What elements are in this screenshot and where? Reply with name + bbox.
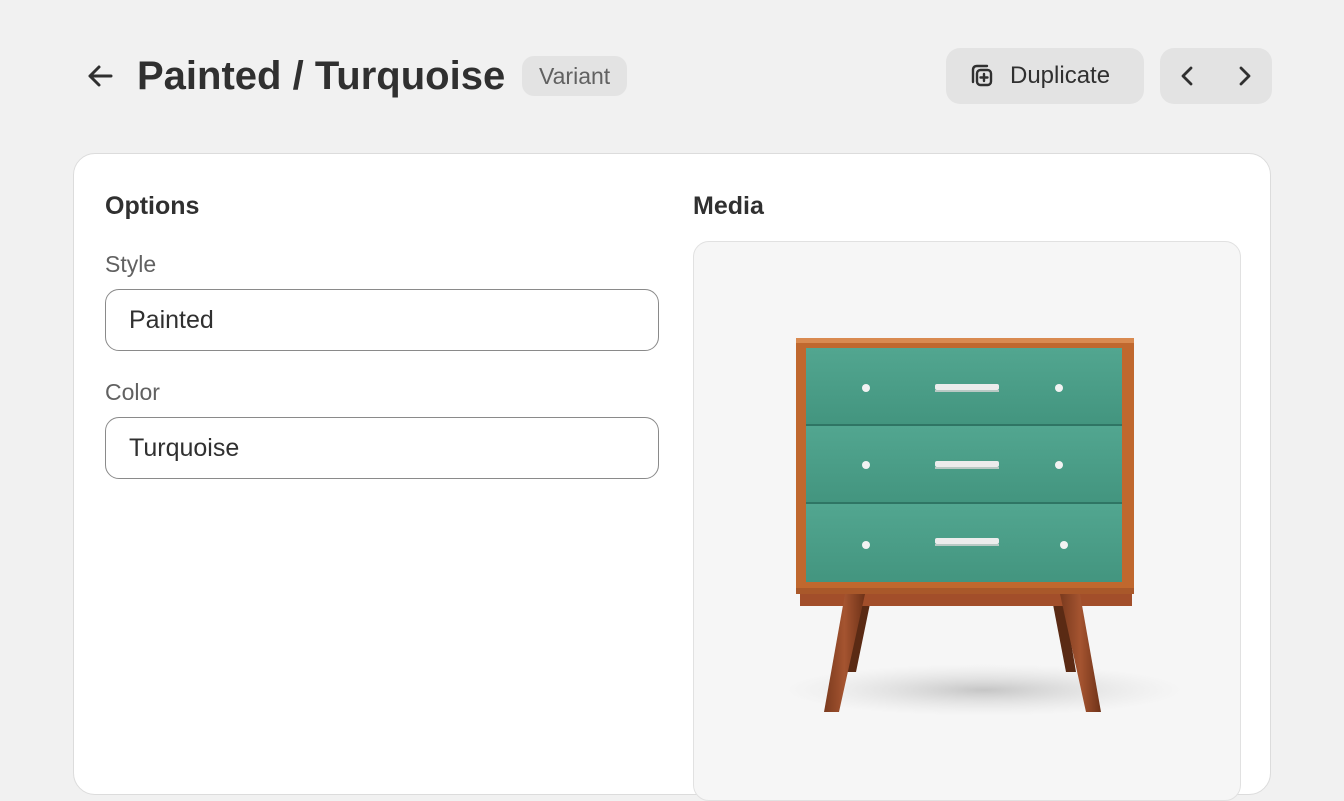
next-button[interactable] bbox=[1216, 48, 1272, 104]
chevron-left-icon bbox=[1181, 66, 1193, 86]
variant-navigation bbox=[1160, 48, 1272, 104]
options-heading: Options bbox=[105, 192, 200, 220]
duplicate-icon bbox=[968, 63, 994, 89]
page-title: Painted / Turquoise bbox=[137, 54, 506, 98]
back-button[interactable] bbox=[80, 54, 120, 98]
previous-button[interactable] bbox=[1160, 48, 1216, 104]
duplicate-label: Duplicate bbox=[1010, 62, 1111, 89]
variant-card: Options Style Color Media bbox=[73, 153, 1271, 801]
duplicate-button[interactable]: Duplicate bbox=[946, 48, 1144, 104]
chevron-right-icon bbox=[1239, 66, 1251, 86]
color-input[interactable] bbox=[105, 417, 659, 479]
style-input[interactable] bbox=[105, 289, 659, 351]
media-dropzone[interactable] bbox=[693, 241, 1241, 801]
product-image bbox=[784, 338, 1184, 716]
arrow-left-icon bbox=[88, 65, 113, 87]
color-label: Color bbox=[105, 379, 160, 405]
variant-badge: Variant bbox=[522, 56, 628, 96]
style-label: Style bbox=[105, 251, 157, 277]
media-heading: Media bbox=[693, 192, 764, 220]
